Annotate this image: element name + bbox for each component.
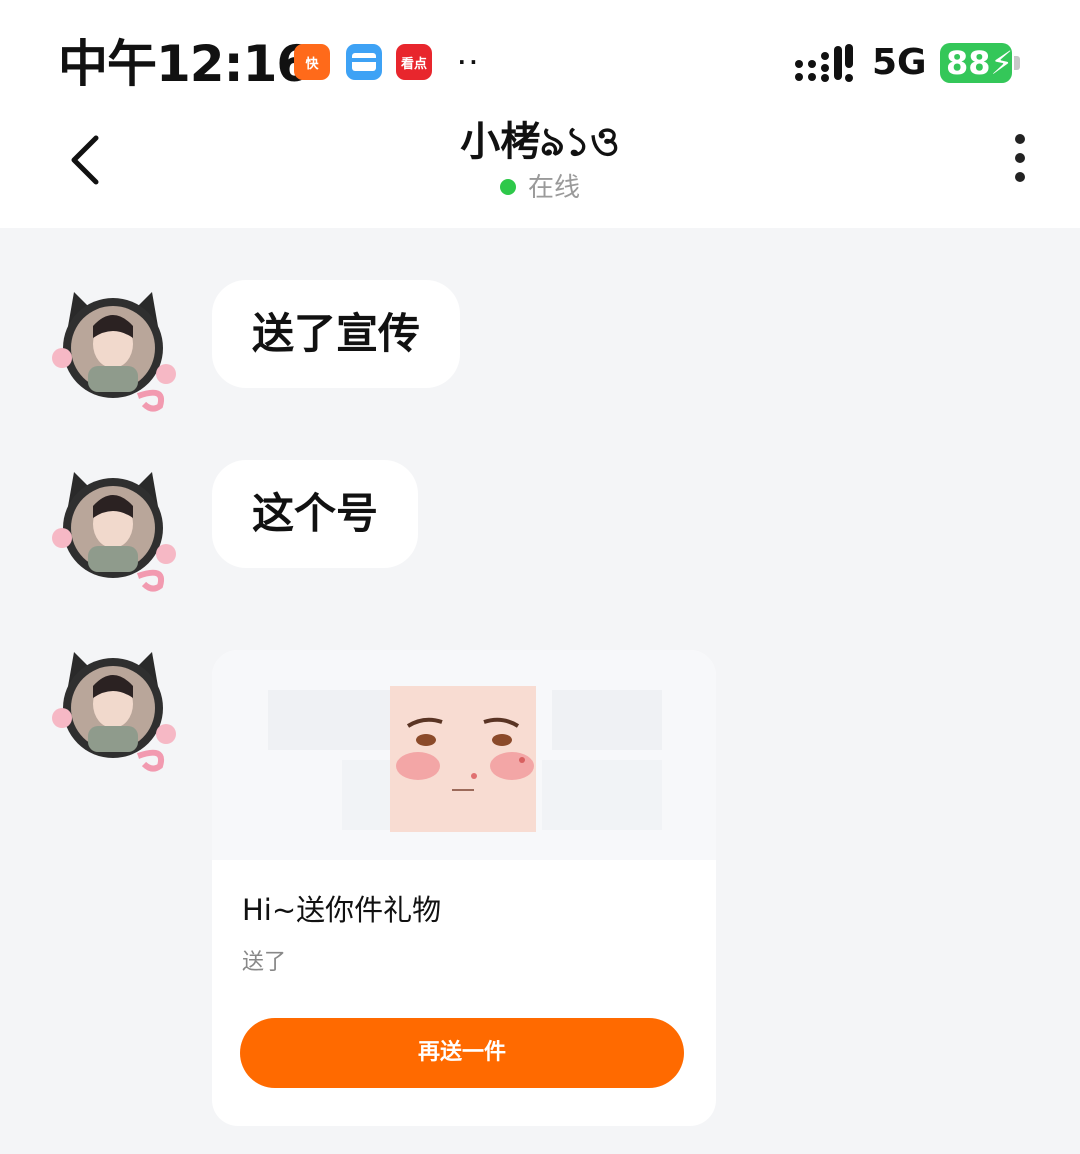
network-type: 5G: [872, 42, 927, 83]
status-time: 中午12:16: [58, 35, 311, 93]
avatar[interactable]: [48, 278, 178, 418]
message-bubble[interactable]: 送了宣传: [212, 280, 461, 388]
battery-charging-icon: 88⚡: [940, 43, 1013, 83]
gift-card[interactable]: Hi~送你件礼物 送了 再送一件: [212, 650, 716, 1126]
charging-bolt-icon: ⚡: [990, 44, 1013, 82]
contact-name: 小栲ঌ১ও: [460, 119, 620, 165]
message-text: 这个号: [252, 489, 379, 538]
more-button[interactable]: [1006, 134, 1034, 194]
online-dot-icon: [499, 179, 516, 195]
more-vertical-icon: [1015, 134, 1025, 144]
avatar[interactable]: [48, 458, 178, 598]
gift-status: 送了: [242, 950, 287, 975]
top-bar: 中午12:16 快 看点 ·· 5G 88⚡ 小栲ঌ১ও 在线: [0, 0, 1080, 228]
more-dot: [1015, 172, 1025, 182]
avatar[interactable]: [48, 638, 178, 778]
kuaishou-app-icon: 快: [294, 44, 330, 80]
gift-image: [212, 650, 716, 860]
battery-level: 88: [946, 44, 991, 82]
wallet-app-icon: [346, 44, 382, 80]
message-text: 送了宣传: [252, 309, 421, 358]
status-extra-dots: ··: [458, 50, 482, 74]
battery-cap: [1014, 56, 1020, 70]
message-bubble[interactable]: 这个号: [212, 460, 419, 568]
gift-face-illustration: [268, 686, 662, 832]
presence-status: 在线: [0, 168, 1080, 208]
presence-label: 在线: [527, 173, 580, 203]
kandian-app-icon: 看点: [396, 44, 432, 80]
gift-title: Hi~送你件礼物: [242, 893, 442, 927]
more-dot: [1015, 153, 1025, 163]
resend-gift-button[interactable]: 再送一件: [240, 1018, 684, 1088]
signal-bars-icon: [795, 44, 853, 82]
